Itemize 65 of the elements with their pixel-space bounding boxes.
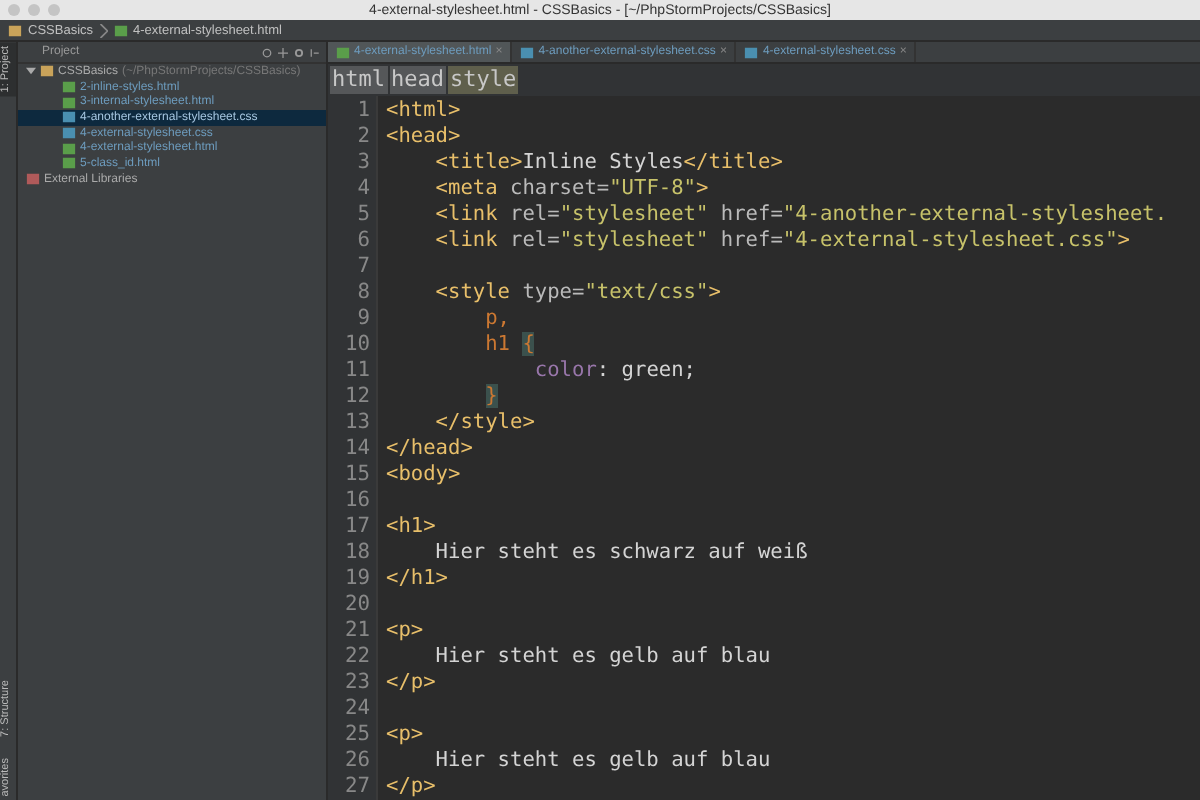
line-number: 12 (342, 384, 372, 410)
line-number: 9 (355, 306, 372, 332)
folder-icon (8, 23, 22, 37)
line-number: 8 (355, 280, 372, 306)
line-number: 14 (342, 436, 372, 462)
line-number: 19 (342, 566, 372, 592)
line-number: 11 (342, 358, 372, 384)
line-number: 4 (355, 176, 372, 202)
code-line: color: green; (532, 358, 696, 382)
line-number: 26 (342, 748, 372, 774)
tag-breadcrumb[interactable]: html (330, 66, 387, 94)
code-line: <style type="text/css"> (433, 280, 721, 304)
line-number: 20 (342, 592, 372, 618)
line-number: 2 (355, 124, 372, 150)
code-line: </p> (386, 774, 436, 798)
tag-breadcrumb[interactable]: head (389, 66, 446, 94)
code-line: <h1> (386, 514, 436, 538)
code-line: <title>Inline Styles</title> (433, 150, 783, 174)
code-line: <html> (386, 98, 461, 122)
line-number: 22 (342, 644, 372, 670)
tag-breadcrumb[interactable]: style (448, 66, 519, 94)
library-icon (26, 172, 40, 187)
code-line: <link rel="stylesheet" href="4-another-external-stylesheet. (433, 202, 1168, 226)
line-number: 1 (355, 98, 372, 124)
code-line: h1 { (483, 332, 535, 356)
line-number: 6 (355, 228, 372, 254)
code-line: <p> (386, 722, 424, 746)
line-number: 5 (355, 202, 372, 228)
line-number: 13 (342, 410, 372, 436)
code-line: </style> (433, 410, 535, 434)
code-line: p, (483, 306, 510, 330)
line-number: 18 (342, 540, 372, 566)
line-number: 25 (342, 722, 372, 748)
code-line: </head> (386, 436, 473, 460)
crosshair-icon[interactable] (278, 47, 288, 57)
line-number: 17 (342, 514, 372, 540)
file-icon (744, 45, 759, 59)
line-number: 7 (355, 254, 372, 280)
line-number: 27 (342, 774, 372, 800)
code-line: <meta charset="UTF-8"> (433, 176, 709, 200)
code-line: Hier steht es gelb auf blau (433, 748, 771, 772)
folder-icon (40, 64, 54, 79)
hide-icon[interactable] (310, 47, 320, 57)
code-line: Hier steht es gelb auf blau (433, 644, 771, 668)
chevron-icon (99, 23, 108, 37)
sync-icon[interactable] (262, 47, 272, 57)
expand-arrow-icon[interactable] (26, 66, 36, 77)
gear-icon[interactable] (294, 47, 304, 57)
line-number: 24 (342, 696, 372, 722)
line-number: 21 (342, 618, 372, 644)
code-line: <p> (386, 618, 424, 642)
line-number: 3 (355, 150, 372, 176)
code-line: </p> (386, 670, 436, 694)
code-line: <body> (386, 462, 461, 486)
line-number: 15 (342, 462, 372, 488)
file-icon (113, 23, 128, 37)
line-number: 23 (342, 670, 372, 696)
line-number: 10 (342, 332, 372, 358)
code-line: <link rel="stylesheet" href="4-external-stylesheet.css"> (433, 228, 1130, 252)
line-number: 16 (342, 488, 372, 514)
code-line: </h1> (386, 566, 448, 590)
file-icon (520, 45, 535, 59)
code-line: Hier steht es schwarz auf weiß (433, 540, 808, 564)
file-icon (336, 45, 350, 59)
code-line: <head> (386, 124, 461, 148)
